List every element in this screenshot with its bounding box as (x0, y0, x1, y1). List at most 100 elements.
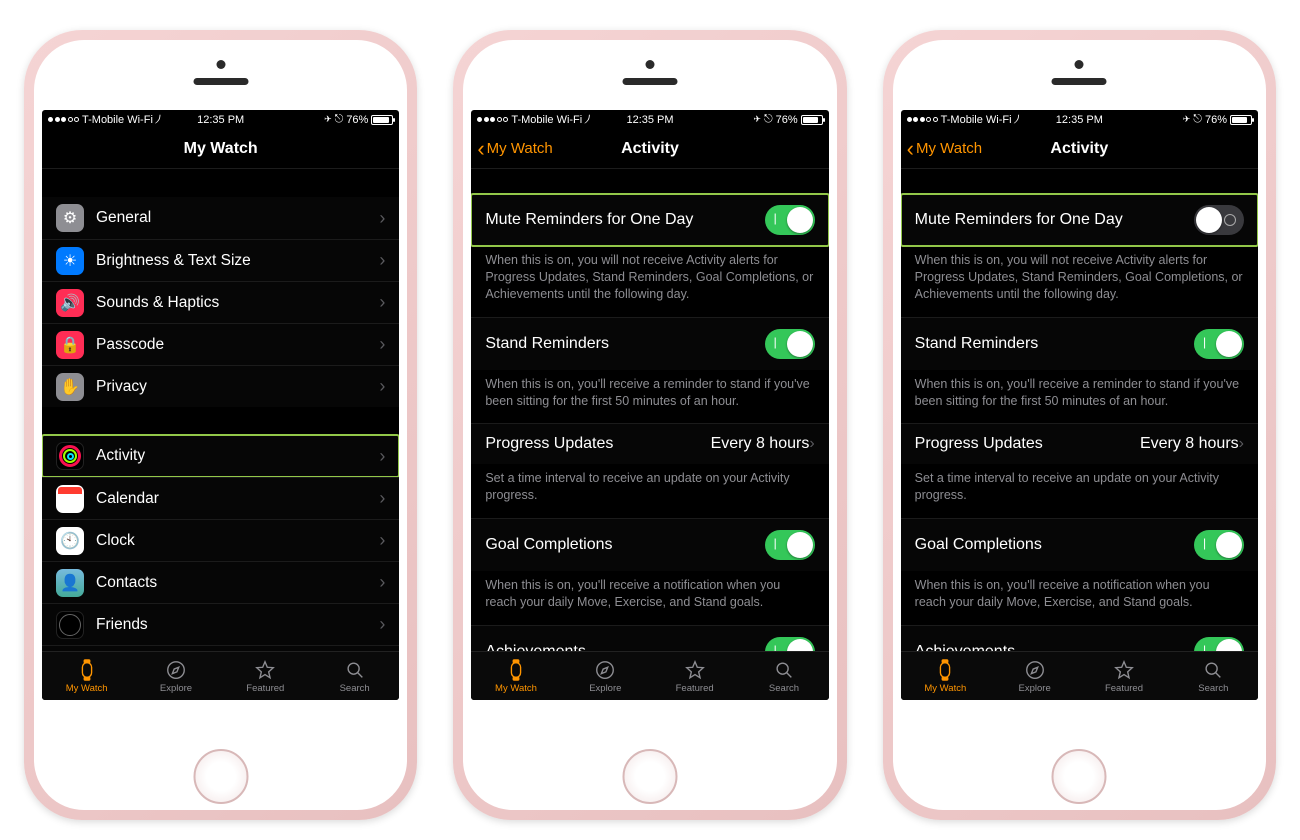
list-item-label: Activity (96, 447, 379, 465)
goal-completions-row[interactable]: Goal Completions (471, 518, 828, 571)
status-time: 12:35 PM (197, 114, 244, 126)
progress-value: Every 8 hours (1140, 435, 1239, 453)
privacy-icon: ✋ (56, 373, 84, 401)
chevron-right-icon: › (379, 334, 385, 355)
nav-title: My Watch (184, 140, 258, 158)
stand-footer: When this is on, you'll receive a remind… (471, 370, 828, 424)
tab-my-watch[interactable]: My Watch (471, 652, 560, 700)
location-icon: ✈︎ (324, 114, 332, 125)
list-item-passcode[interactable]: 🔒 Passcode › (42, 323, 399, 365)
mute-footer: When this is on, you will not receive Ac… (471, 246, 828, 317)
mute-reminders-label: Mute Reminders for One Day (915, 211, 1194, 229)
tab-bar: My Watch Explore Featured Search (42, 651, 399, 700)
mute-reminders-row[interactable]: Mute Reminders for One Day (471, 193, 828, 246)
chevron-right-icon: › (379, 488, 385, 509)
tab-my-watch[interactable]: My Watch (42, 652, 131, 700)
tab-bar: My Watch Explore Featured Search (901, 651, 1258, 700)
home-button[interactable] (622, 749, 677, 804)
chevron-right-icon: › (1239, 435, 1244, 453)
activity-icon (56, 442, 84, 470)
list-item-label: Contacts (96, 574, 379, 592)
list-item-label: Brightness & Text Size (96, 252, 379, 270)
chevron-left-icon: ‹ (477, 138, 484, 160)
phone-1: T-Mobile Wi-Fi ⵰ 12:35 PM ✈︎ ⎋ 76% My Wa… (24, 30, 417, 820)
tab-featured[interactable]: Featured (1079, 652, 1168, 700)
chevron-right-icon: › (809, 435, 814, 453)
list-item-health[interactable]: ♥ Health › (42, 645, 399, 651)
mute-reminders-label: Mute Reminders for One Day (485, 211, 764, 229)
tab-explore[interactable]: Explore (561, 652, 650, 700)
tab-search[interactable]: Search (739, 652, 828, 700)
list-item-general[interactable]: ⚙ General › (42, 197, 399, 239)
progress-updates-row[interactable]: Progress Updates Every 8 hours › (901, 423, 1258, 464)
list-item-privacy[interactable]: ✋ Privacy › (42, 365, 399, 407)
achievements-row[interactable]: Achievements (901, 625, 1258, 651)
back-button[interactable]: ‹My Watch (477, 138, 552, 160)
stand-reminders-row[interactable]: Stand Reminders (471, 317, 828, 370)
list-item-label: Privacy (96, 378, 379, 396)
toggle[interactable] (1194, 530, 1244, 560)
toggle[interactable] (1194, 329, 1244, 359)
list-item-activity[interactable]: Activity › (42, 435, 399, 477)
toggle[interactable] (765, 637, 815, 651)
toggle[interactable] (1194, 637, 1244, 651)
chevron-right-icon: › (379, 446, 385, 467)
tab-featured[interactable]: Featured (221, 652, 310, 700)
mute-reminders-row[interactable]: Mute Reminders for One Day (901, 193, 1258, 246)
list-item-sounds-haptics[interactable]: 🔊 Sounds & Haptics › (42, 281, 399, 323)
chevron-left-icon: ‹ (907, 138, 914, 160)
tab-search[interactable]: Search (310, 652, 399, 700)
toggle[interactable] (765, 205, 815, 235)
progress-updates-row[interactable]: Progress Updates Every 8 hours › (471, 423, 828, 464)
screen-activity-on: T-Mobile Wi-Fi⵰ 12:35 PM ✈︎⎋ 76% ‹My Wat… (471, 110, 828, 700)
screen-activity-off: T-Mobile Wi-Fi⵰ 12:35 PM ✈︎⎋ 76% ‹My Wat… (901, 110, 1258, 700)
toggle[interactable] (1194, 205, 1244, 235)
chevron-right-icon: › (379, 250, 385, 271)
list-item-label: Sounds & Haptics (96, 294, 379, 312)
tab-my-watch[interactable]: My Watch (901, 652, 990, 700)
contacts-icon: 👤 (56, 569, 84, 597)
list-item-clock[interactable]: 🕙 Clock › (42, 519, 399, 561)
chevron-right-icon: › (379, 208, 385, 229)
chevron-right-icon: › (379, 614, 385, 635)
chevron-right-icon: › (379, 376, 385, 397)
list-item-brightness-text-size[interactable]: ☀ Brightness & Text Size › (42, 239, 399, 281)
list-item-calendar[interactable]: Calendar › (42, 477, 399, 519)
achievements-row[interactable]: Achievements (471, 625, 828, 651)
calendar-icon (56, 485, 84, 513)
list-item-contacts[interactable]: 👤 Contacts › (42, 561, 399, 603)
tab-search[interactable]: Search (1169, 652, 1258, 700)
tab-explore[interactable]: Explore (990, 652, 1079, 700)
list-item-label: Passcode (96, 336, 379, 354)
list-item-label: Calendar (96, 490, 379, 508)
status-bar: T-Mobile Wi-Fi⵰ 12:35 PM ✈︎⎋ 76% (901, 110, 1258, 129)
chevron-right-icon: › (379, 530, 385, 551)
tab-explore[interactable]: Explore (131, 652, 220, 700)
phone-2: T-Mobile Wi-Fi⵰ 12:35 PM ✈︎⎋ 76% ‹My Wat… (453, 30, 846, 820)
brightness-text-size-icon: ☀ (56, 247, 84, 275)
chevron-right-icon: › (379, 292, 385, 313)
home-button[interactable] (193, 749, 248, 804)
back-button[interactable]: ‹My Watch (907, 138, 982, 160)
list-item-label: Friends (96, 616, 379, 634)
goal-completions-row[interactable]: Goal Completions (901, 518, 1258, 571)
nav-title: Activity (621, 140, 679, 158)
stand-footer: When this is on, you'll receive a remind… (901, 370, 1258, 424)
battery-icon (371, 115, 393, 125)
nav-title: Activity (1050, 140, 1108, 158)
chevron-right-icon: › (379, 572, 385, 593)
carrier-label: T-Mobile Wi-Fi (82, 114, 153, 126)
status-bar: T-Mobile Wi-Fi⵰ 12:35 PM ✈︎⎋ 76% (471, 110, 828, 129)
general-icon: ⚙ (56, 204, 84, 232)
nav-bar: My Watch (42, 129, 399, 169)
stand-reminders-row[interactable]: Stand Reminders (901, 317, 1258, 370)
toggle[interactable] (765, 530, 815, 560)
home-button[interactable] (1052, 749, 1107, 804)
progress-footer: Set a time interval to receive an update… (901, 464, 1258, 518)
friends-icon (56, 611, 84, 639)
list-item-friends[interactable]: Friends › (42, 603, 399, 645)
phone-3: T-Mobile Wi-Fi⵰ 12:35 PM ✈︎⎋ 76% ‹My Wat… (883, 30, 1276, 820)
tab-featured[interactable]: Featured (650, 652, 739, 700)
toggle[interactable] (765, 329, 815, 359)
clock-icon: 🕙 (56, 527, 84, 555)
